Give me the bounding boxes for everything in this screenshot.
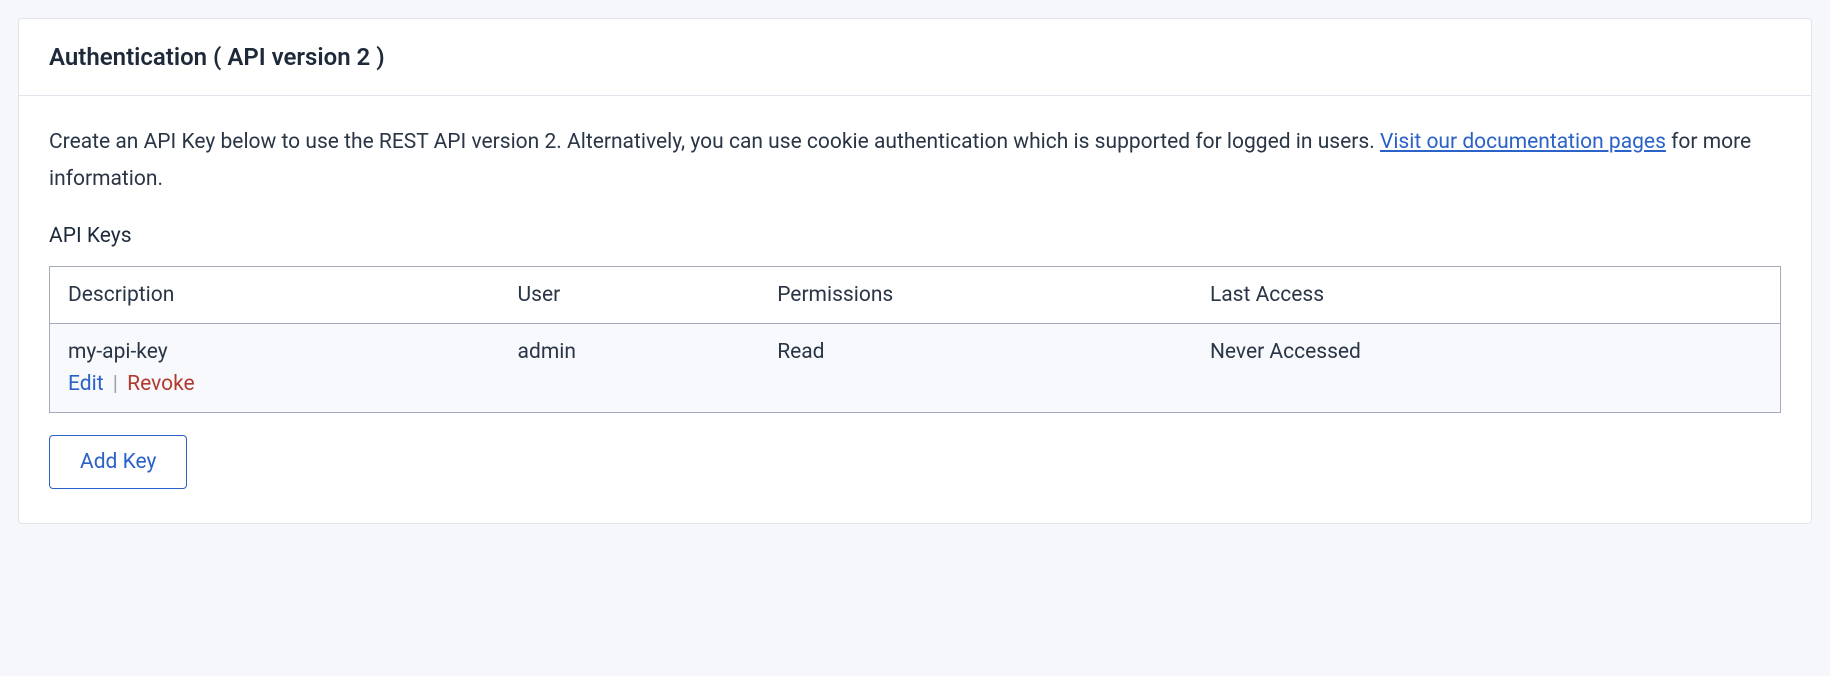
action-separator: |: [113, 372, 118, 396]
col-description: Description: [50, 266, 500, 323]
col-permissions: Permissions: [759, 266, 1192, 323]
cell-last-access: Never Accessed: [1192, 323, 1781, 412]
cell-description: my-api-key Edit | Revoke: [50, 323, 500, 412]
col-last-access: Last Access: [1192, 266, 1781, 323]
intro-text-before: Create an API Key below to use the REST …: [49, 130, 1380, 154]
table-row: my-api-key Edit | Revoke admin Read Neve…: [50, 323, 1781, 412]
api-key-name: my-api-key: [68, 340, 482, 364]
revoke-link[interactable]: Revoke: [127, 372, 195, 396]
authentication-panel: Authentication ( API version 2 ) Create …: [18, 18, 1812, 524]
panel-header: Authentication ( API version 2 ): [19, 19, 1811, 96]
cell-user: admin: [500, 323, 760, 412]
add-key-button[interactable]: Add Key: [49, 435, 187, 489]
panel-body: Create an API Key below to use the REST …: [19, 96, 1811, 523]
documentation-link[interactable]: Visit our documentation pages: [1380, 130, 1666, 154]
col-user: User: [500, 266, 760, 323]
cell-permissions: Read: [759, 323, 1192, 412]
api-keys-table: Description User Permissions Last Access…: [49, 266, 1781, 413]
panel-title: Authentication ( API version 2 ): [49, 43, 1781, 71]
api-keys-heading: API Keys: [49, 224, 1781, 248]
edit-link[interactable]: Edit: [68, 372, 104, 396]
intro-paragraph: Create an API Key below to use the REST …: [49, 124, 1781, 198]
row-actions: Edit | Revoke: [68, 372, 482, 396]
table-header-row: Description User Permissions Last Access: [50, 266, 1781, 323]
